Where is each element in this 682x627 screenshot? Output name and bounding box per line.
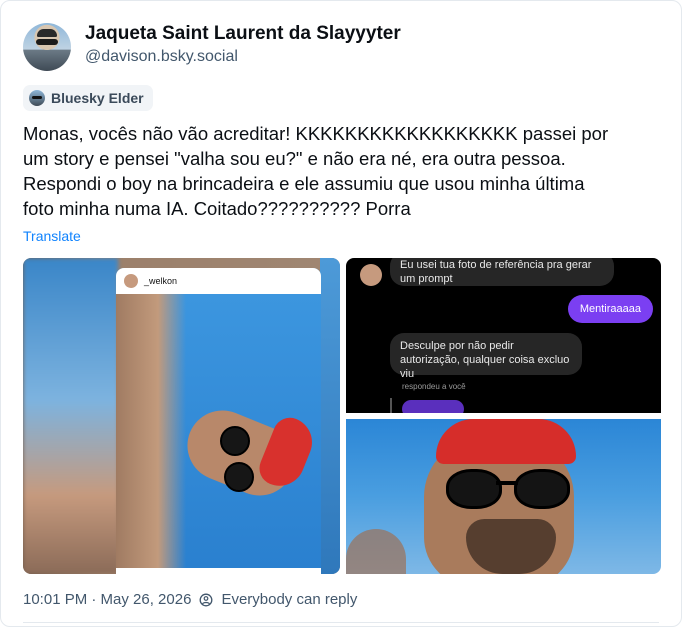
- chat-quote-bar: [390, 398, 392, 413]
- avatar-cap: [37, 29, 57, 37]
- chat-quoted-bubble: [402, 400, 464, 413]
- post-divider: [23, 622, 659, 623]
- selfie-sunglasses-bridge: [496, 481, 518, 485]
- selfie-sunglasses-lens: [446, 469, 502, 509]
- chat-avatar: [360, 264, 382, 286]
- post-text: Monas, vocês não vão acreditar! KKKKKKKK…: [23, 123, 609, 219]
- post-image-chat[interactable]: Eu usei tua foto de referência pra gerar…: [346, 258, 661, 413]
- profile-badge[interactable]: Bluesky Elder: [23, 85, 153, 111]
- chat-replied-label: respondeu a você: [402, 382, 466, 391]
- story-arm: [116, 294, 186, 569]
- avatar-glasses: [36, 39, 58, 45]
- chat-message-sent: Mentiraaaaa: [567, 295, 653, 323]
- author-handle[interactable]: @davison.bsky.social: [85, 48, 238, 66]
- chat-message-received: Desculpe por não pedir autorização, qual…: [390, 333, 582, 380]
- story-frame: _welkon: [116, 268, 321, 574]
- selfie-sunglasses-lens: [514, 469, 570, 509]
- badge-label: Bluesky Elder: [51, 90, 144, 106]
- author-avatar[interactable]: [23, 23, 71, 71]
- post-meta: 10:01 PM · May 26, 2026 Everybody can re…: [23, 591, 357, 608]
- story-user-avatar: [124, 274, 138, 288]
- author-display-name[interactable]: Jaqueta Saint Laurent da Slayyyter: [85, 23, 401, 45]
- post-image-selfie[interactable]: [346, 419, 661, 574]
- badge-avatar-icon: [29, 90, 45, 106]
- reply-settings-icon: [199, 593, 213, 606]
- selfie-shoulder: [346, 529, 406, 574]
- post-timestamp[interactable]: 10:01 PM · May 26, 2026: [23, 591, 191, 608]
- story-bottom-bar: [116, 568, 321, 574]
- story-blur-right: [320, 258, 340, 574]
- translate-link[interactable]: Translate: [23, 228, 81, 244]
- story-sunglasses-lens: [224, 462, 254, 492]
- selfie-beard: [466, 519, 556, 574]
- story-username: _welkon: [144, 276, 178, 286]
- post-card: Jaqueta Saint Laurent da Slayyyter @davi…: [0, 0, 682, 627]
- story-sunglasses-lens: [220, 426, 250, 456]
- chat-message-received: Eu usei tua foto de referência pra gerar…: [390, 258, 614, 286]
- selfie-red-cap: [436, 419, 576, 464]
- story-blur-left: [23, 258, 118, 574]
- reply-setting-label[interactable]: Everybody can reply: [221, 591, 357, 608]
- post-image-story[interactable]: _welkon: [23, 258, 340, 574]
- story-header: _welkon: [116, 268, 321, 294]
